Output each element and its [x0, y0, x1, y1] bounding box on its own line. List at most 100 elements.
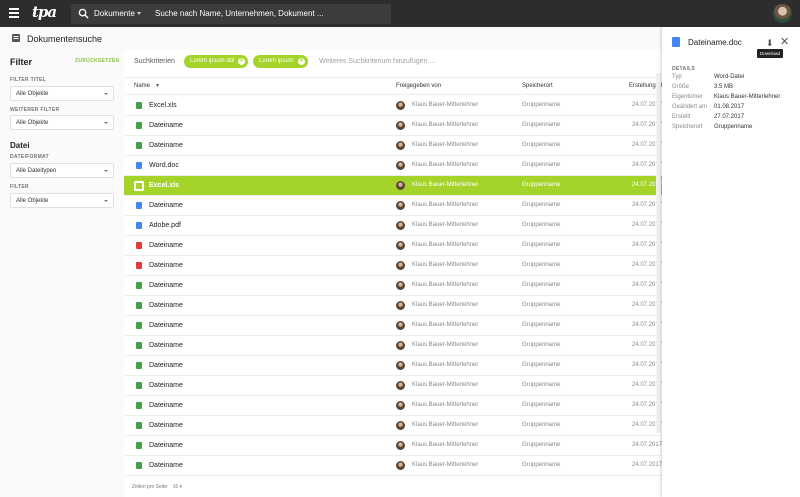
search-bar[interactable]: Dokumente Suche nach Name, Unternehmen, …	[71, 4, 391, 24]
file-format-select[interactable]: Alle Dateitypen	[10, 163, 114, 178]
criteria-chip[interactable]: Lorem ipsum ×	[253, 55, 308, 68]
close-icon[interactable]: ×	[238, 58, 245, 65]
table-row[interactable]: Adobe.pdf Klaus Bauer-Mitterlehner Gruppen…	[124, 216, 662, 236]
avatar	[396, 461, 405, 470]
menu-icon[interactable]	[9, 8, 19, 19]
table-row[interactable]: Excel.xls Klaus Bauer-Mitterlehner Gruppen…	[124, 96, 662, 116]
table-row[interactable]: Dateiname Klaus Bauer-Mitterlehner Gruppen…	[124, 196, 662, 216]
shared-by: Klaus Bauer-Mitterlehner	[412, 302, 479, 308]
file-icon	[136, 102, 142, 109]
filter-label: FILTER TITEL	[10, 77, 47, 83]
sort-arrow-icon[interactable]: ▼	[155, 83, 160, 89]
file-name: Dateiname	[149, 142, 183, 149]
table-row[interactable]: Dateiname Klaus Bauer-Mitterlehner Gruppen…	[124, 396, 662, 416]
shared-by: Klaus Bauer-Mitterlehner	[412, 362, 479, 368]
table-row[interactable]: Excel.xls Klaus Bauer-Mitterlehner Gruppen…	[124, 176, 662, 196]
results-panel: Suchkriterien Lorem ipsum dol × Lorem ips…	[124, 50, 662, 497]
search-scope-select[interactable]: Dokumente	[94, 9, 135, 18]
table-row[interactable]: Dateiname Klaus Bauer-Mitterlehner Gruppen…	[124, 336, 662, 356]
shared-by: Klaus Bauer-Mitterlehner	[412, 202, 479, 208]
filter-select[interactable]: Alle Objekte	[10, 193, 114, 208]
table-row[interactable]: Dateiname Klaus Bauer-Mitterlehner Gruppen…	[124, 136, 662, 156]
add-criteria-input[interactable]: Weiteres Suchkriterium hinzufügen ...	[319, 58, 435, 65]
filter-select[interactable]: Alle Objekte	[10, 86, 114, 101]
file-name: Dateiname	[149, 402, 183, 409]
file-name: Dateiname	[149, 442, 183, 449]
storage-location: Gruppenname	[522, 182, 561, 188]
table-row[interactable]: Dateiname Klaus Bauer-Mitterlehner Gruppen…	[124, 236, 662, 256]
avatar	[396, 121, 405, 130]
download-icon[interactable]: ⬇	[766, 38, 774, 49]
shared-by: Klaus Bauer-Mitterlehner	[412, 442, 479, 448]
page-title: Dokumentensuche	[27, 34, 103, 44]
rows-per-page-select[interactable]: 16	[173, 484, 179, 490]
created-date: 24.07.2017	[632, 462, 663, 468]
column-header-name[interactable]: Name	[134, 83, 150, 89]
file-icon	[136, 122, 142, 129]
column-header-location[interactable]: Speicherort	[522, 83, 553, 89]
file-name: Dateiname	[149, 122, 183, 129]
search-input[interactable]: Suche nach Name, Unternehmen, Dokument .…	[155, 9, 324, 18]
file-icon	[136, 222, 142, 229]
avatar	[396, 101, 405, 110]
shared-by: Klaus Bauer-Mitterlehner	[412, 142, 479, 148]
file-name: Dateiname	[149, 302, 183, 309]
storage-location: Gruppenname	[522, 102, 561, 108]
logo[interactable]: tpa	[32, 3, 57, 21]
scrollbar[interactable]	[656, 73, 661, 433]
column-header-shared[interactable]: Freigegeben von	[396, 83, 441, 89]
detail-value: 3.5 MB	[714, 84, 734, 90]
avatar	[396, 341, 405, 350]
detail-key: Eigentümer	[672, 94, 703, 100]
reset-button[interactable]: ZURÜCKSETZEN	[75, 58, 119, 64]
storage-location: Gruppenname	[522, 262, 561, 268]
file-icon	[136, 462, 142, 469]
close-icon[interactable]: ×	[298, 58, 305, 65]
table-row[interactable]: Dateiname Klaus Bauer-Mitterlehner Gruppen…	[124, 116, 662, 136]
shared-by: Klaus Bauer-Mitterlehner	[412, 262, 479, 268]
criteria-label: Suchkriterien	[134, 58, 175, 65]
table-row[interactable]: Dateiname Klaus Bauer-Mitterlehner Gruppen…	[124, 436, 662, 456]
close-icon[interactable]: ✕	[780, 35, 789, 48]
file-name: Word.doc	[149, 162, 179, 169]
detail-value: Klaus Bauer-Mitterlehner	[714, 94, 781, 100]
download-tooltip: Download	[757, 49, 784, 58]
file-icon	[136, 402, 142, 409]
user-avatar[interactable]	[773, 4, 792, 23]
shared-by: Klaus Bauer-Mitterlehner	[412, 462, 479, 468]
storage-location: Gruppenname	[522, 322, 561, 328]
avatar	[396, 141, 405, 150]
storage-location: Gruppenname	[522, 402, 561, 408]
table-row[interactable]: Dateiname Klaus Bauer-Mitterlehner Gruppen…	[124, 356, 662, 376]
detail-key: Speicherort	[672, 124, 703, 130]
filter-select[interactable]: Alle Objekte	[10, 115, 114, 130]
table-row[interactable]: Dateiname Klaus Bauer-Mitterlehner Gruppen…	[124, 276, 662, 296]
table-row[interactable]: Dateiname Klaus Bauer-Mitterlehner Gruppen…	[124, 256, 662, 276]
avatar	[396, 361, 405, 370]
table-row[interactable]: Word.doc Klaus Bauer-Mitterlehner Gruppenn…	[124, 156, 662, 176]
shared-by: Klaus Bauer-Mitterlehner	[412, 282, 479, 288]
storage-location: Gruppenname	[522, 422, 561, 428]
word-file-icon	[672, 37, 680, 47]
criteria-chip[interactable]: Lorem ipsum dol ×	[184, 55, 248, 68]
table-row[interactable]: Dateiname Klaus Bauer-Mitterlehner Gruppen…	[124, 456, 662, 476]
avatar	[396, 161, 405, 170]
table-row[interactable]: Dateiname Klaus Bauer-Mitterlehner Gruppen…	[124, 416, 662, 436]
shared-by: Klaus Bauer-Mitterlehner	[412, 382, 479, 388]
shared-by: Klaus Bauer-Mitterlehner	[412, 342, 479, 348]
avatar	[396, 401, 405, 410]
file-name: Dateiname	[149, 322, 183, 329]
detail-key: Erstellt	[672, 114, 691, 120]
search-icon	[78, 8, 89, 19]
file-name: Dateiname	[149, 362, 183, 369]
chip-label: Lorem ipsum	[259, 58, 294, 64]
file-name: Excel.xls	[149, 102, 177, 109]
storage-location: Gruppenname	[522, 222, 561, 228]
storage-location: Gruppenname	[522, 142, 561, 148]
table-row[interactable]: Dateiname Klaus Bauer-Mitterlehner Gruppen…	[124, 376, 662, 396]
table-row[interactable]: Dateiname Klaus Bauer-Mitterlehner Gruppen…	[124, 316, 662, 336]
table-row[interactable]: Dateiname Klaus Bauer-Mitterlehner Gruppen…	[124, 296, 662, 316]
avatar	[396, 301, 405, 310]
file-name: Adobe.pdf	[149, 222, 181, 229]
chip-label: Lorem ipsum dol	[190, 58, 235, 64]
